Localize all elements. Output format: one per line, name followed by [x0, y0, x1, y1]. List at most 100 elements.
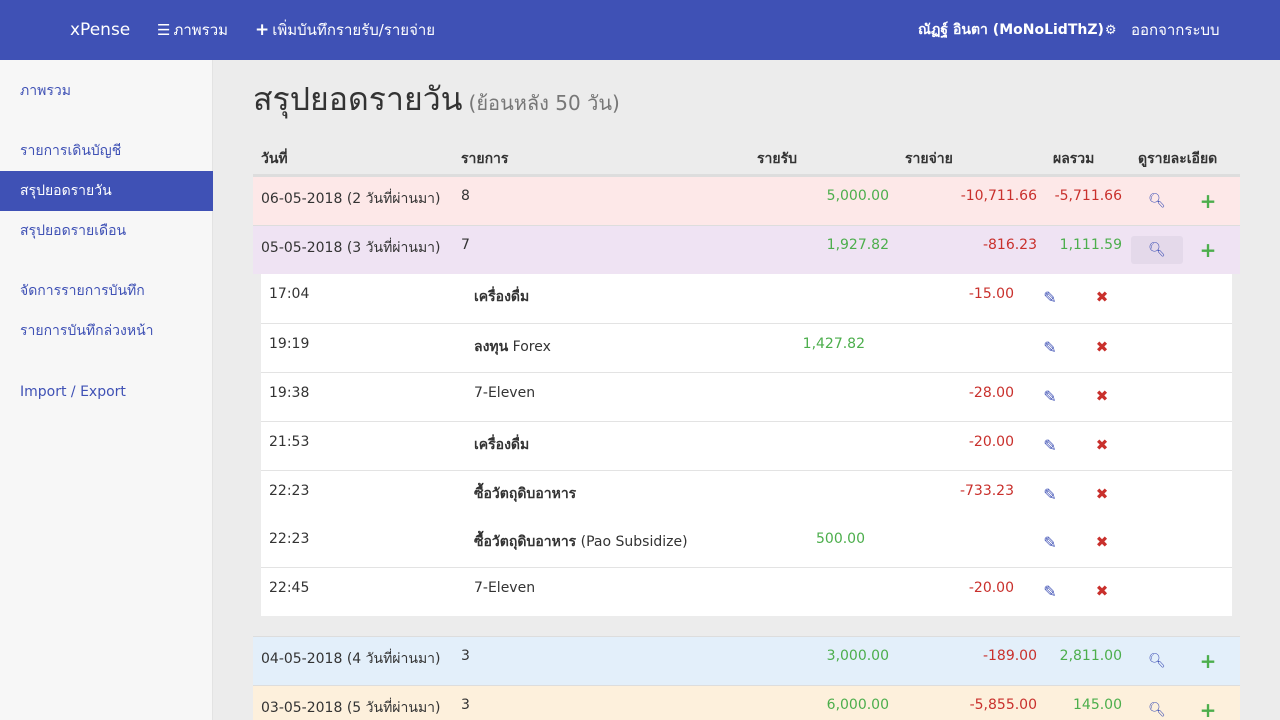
delete-x-icon[interactable]: ✖: [1089, 582, 1115, 606]
delete-x-icon[interactable]: ✖: [1089, 436, 1115, 460]
detail-income: 500.00: [816, 531, 865, 547]
sidebar-item-monthly-summary[interactable]: สรุปยอดรายเดือน: [0, 211, 213, 251]
row-date: 03-05-2018: [261, 700, 343, 716]
row-total: 145.00: [1073, 697, 1122, 713]
zoom-detail-button[interactable]: 🔍︎: [1131, 647, 1183, 675]
row-expense: -816.23: [982, 237, 1037, 253]
sidebar: ภาพรวม รายการเดินบัญชี สรุปยอดรายวัน สรุ…: [0, 60, 213, 720]
pencil-icon[interactable]: ✎: [1037, 338, 1063, 362]
detail-row: 21:53 เครื่องดื่ม -20.00 ✎ ✖: [261, 421, 1232, 470]
pencil-icon[interactable]: ✎: [1037, 582, 1063, 606]
add-entry-button[interactable]: +: [1196, 696, 1220, 720]
detail-panel: 17:04 เครื่องดื่ม -15.00 ✎ ✖ 19:19 ลงทุน…: [261, 274, 1232, 616]
nav-add-record-link[interactable]: + เพิ่มบันทึกรายรับ/รายจ่าย: [255, 0, 435, 60]
header-date: วันที่: [261, 151, 288, 167]
table-row: 04-05-2018 (4 วันที่ผ่านมา) 3 3,000.00 -…: [253, 636, 1240, 685]
detail-expense: -15.00: [968, 286, 1014, 302]
sidebar-item-scheduled-records[interactable]: รายการบันทึกล่วงหน้า: [0, 311, 213, 351]
detail-title: ลงทุน: [474, 339, 509, 355]
row-income: 5,000.00: [826, 188, 889, 204]
table-header: วันที่ รายการ รายรับ รายจ่าย ผลรวม ดูราย…: [253, 138, 1240, 176]
detail-title: ซื้อวัตถุดิบอาหาร: [474, 486, 577, 502]
row-days-ago: (2 วันที่ผ่านมา): [346, 191, 441, 207]
pencil-icon[interactable]: ✎: [1037, 436, 1063, 460]
detail-row: 22:23 ซื้อวัตถุดิบอาหาร -733.23 ✎ ✖: [261, 470, 1232, 519]
row-income: 6,000.00: [826, 697, 889, 713]
detail-expense: -28.00: [968, 385, 1014, 401]
detail-title: เครื่องดื่ม: [474, 437, 530, 453]
delete-x-icon[interactable]: ✖: [1089, 387, 1115, 411]
detail-row: 17:04 เครื่องดื่ม -15.00 ✎ ✖: [261, 274, 1232, 323]
sidebar-item-manage-records[interactable]: จัดการรายการบันทึก: [0, 271, 213, 311]
sidebar-item-statement[interactable]: รายการเดินบัญชี: [0, 131, 213, 171]
table-row: 03-05-2018 (5 วันที่ผ่านมา) 3 6,000.00 -…: [253, 685, 1240, 720]
row-expense: -5,855.00: [969, 697, 1037, 713]
nav-overview-label: ภาพรวม: [173, 21, 229, 39]
row-total: 1,111.59: [1059, 237, 1122, 253]
delete-x-icon[interactable]: ✖: [1089, 485, 1115, 509]
detail-extra: 7-Eleven: [474, 385, 536, 401]
detail-row: 22:23 ซื้อวัตถุดิบอาหาร (Pao Subsidize) …: [261, 519, 1232, 568]
row-expense: -189.00: [982, 648, 1037, 664]
row-income: 1,927.82: [826, 237, 889, 253]
pencil-icon[interactable]: ✎: [1037, 533, 1063, 557]
detail-time: 19:19: [269, 336, 310, 352]
table-row: 05-05-2018 (3 วันที่ผ่านมา) 7 1,927.82 -…: [253, 225, 1240, 274]
add-entry-button[interactable]: +: [1196, 236, 1220, 264]
add-entry-button[interactable]: +: [1196, 187, 1220, 215]
detail-expense: -733.23: [959, 483, 1014, 499]
row-total: 2,811.00: [1059, 648, 1122, 664]
detail-title: เครื่องดื่ม: [474, 289, 530, 305]
detail-expense: -20.00: [968, 580, 1014, 596]
row-count: 3: [461, 697, 470, 713]
add-entry-button[interactable]: +: [1196, 647, 1220, 675]
zoom-detail-button[interactable]: 🔍︎: [1131, 236, 1183, 264]
header-expense: รายจ่าย: [905, 151, 953, 167]
brand-logo[interactable]: xPense: [70, 0, 130, 60]
delete-x-icon[interactable]: ✖: [1089, 338, 1115, 362]
row-count: 3: [461, 648, 470, 664]
detail-extra: 7-Eleven: [474, 580, 536, 596]
detail-time: 22:23: [269, 483, 310, 499]
row-date: 05-05-2018: [261, 240, 343, 256]
logout-link[interactable]: ออกจากระบบ: [1131, 0, 1220, 60]
header-income: รายรับ: [757, 151, 797, 167]
detail-extra: (Pao Subsidize): [576, 534, 688, 550]
detail-time: 19:38: [269, 385, 310, 401]
zoom-detail-button[interactable]: 🔍︎: [1131, 187, 1183, 215]
row-days-ago: (5 วันที่ผ่านมา): [346, 700, 441, 716]
sidebar-item-import-export[interactable]: Import / Export: [0, 372, 213, 412]
row-income: 3,000.00: [826, 648, 889, 664]
detail-income: 1,427.82: [802, 336, 865, 352]
detail-time: 17:04: [269, 286, 310, 302]
delete-x-icon[interactable]: ✖: [1089, 533, 1115, 557]
row-days-ago: (4 วันที่ผ่านมา): [346, 651, 441, 667]
plus-icon: +: [255, 20, 270, 40]
detail-row: 19:38 7-Eleven -28.00 ✎ ✖: [261, 372, 1232, 421]
pencil-icon[interactable]: ✎: [1037, 288, 1063, 312]
main-content: สรุปยอดรายวัน (ย้อนหลัง 50 วัน) วันที่ รา…: [253, 60, 1240, 720]
detail-extra: Forex: [508, 339, 551, 355]
row-date: 04-05-2018: [261, 651, 343, 667]
nav-add-label: เพิ่มบันทึกรายรับ/รายจ่าย: [272, 21, 436, 39]
detail-expense: -20.00: [968, 434, 1014, 450]
gear-icon: ⚙: [1104, 23, 1117, 38]
delete-x-icon[interactable]: ✖: [1089, 288, 1115, 312]
detail-row: 19:19 ลงทุน Forex 1,427.82 ✎ ✖: [261, 323, 1232, 372]
nav-overview-link[interactable]: ☰ ภาพรวม: [157, 0, 228, 60]
sidebar-item-daily-summary[interactable]: สรุปยอดรายวัน: [0, 171, 213, 211]
pencil-icon[interactable]: ✎: [1037, 485, 1063, 509]
row-count: 8: [461, 188, 470, 204]
zoom-detail-button[interactable]: 🔍︎: [1131, 696, 1183, 720]
row-count: 7: [461, 237, 470, 253]
detail-time: 21:53: [269, 434, 310, 450]
user-name: ณัฏฐ์ อินตา (MoNoLidThZ): [918, 22, 1104, 38]
user-menu[interactable]: ณัฏฐ์ อินตา (MoNoLidThZ)⚙: [918, 0, 1117, 60]
row-total: -5,711.66: [1054, 188, 1122, 204]
table-row: 06-05-2018 (2 วันที่ผ่านมา) 8 5,000.00 -…: [253, 176, 1240, 225]
row-expense: -10,711.66: [960, 188, 1037, 204]
sidebar-item-overview[interactable]: ภาพรวม: [0, 71, 213, 111]
pencil-icon[interactable]: ✎: [1037, 387, 1063, 411]
detail-title: ซื้อวัตถุดิบอาหาร: [474, 534, 577, 550]
page-subtitle: (ย้อนหลัง 50 วัน): [468, 91, 620, 115]
